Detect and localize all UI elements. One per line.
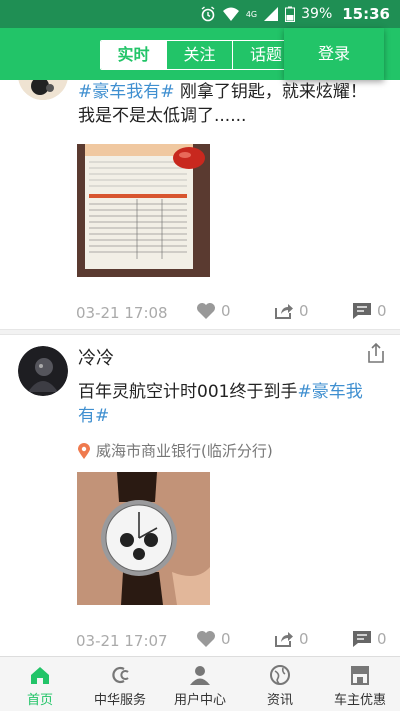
share-count: 0 <box>299 302 309 320</box>
home-icon <box>31 667 49 684</box>
network-type: 4G <box>245 9 258 19</box>
nav-owner-deals[interactable]: 车主优惠 <box>320 657 400 711</box>
signal-icon <box>264 7 279 21</box>
login-button[interactable]: 登录 <box>284 28 384 80</box>
post-date: 03-21 17:08 <box>76 304 168 322</box>
post-card[interactable]: 冷冷 百年灵航空计时001终于到手#豪车我有# 威海市商业银行(临沂分行) 03… <box>0 336 400 656</box>
location-label: 威海市商业银行(临沂分行) <box>96 442 273 460</box>
heart-icon <box>197 303 215 319</box>
share-button[interactable]: 0 <box>274 630 309 648</box>
like-count: 0 <box>221 302 231 320</box>
post-text: 百年灵航空计时001终于到手#豪车我有# <box>78 382 363 426</box>
share-arrow-icon <box>275 632 293 647</box>
battery-level: 39% <box>301 6 333 22</box>
nav-home[interactable]: 首页 <box>0 657 80 711</box>
bottom-nav: 首页 中华服务 用户中心 资讯 车主优惠 <box>0 656 400 711</box>
post-divider <box>0 329 400 335</box>
service-logo-icon <box>112 666 129 684</box>
avatar[interactable] <box>18 346 68 396</box>
comment-count: 0 <box>377 302 387 320</box>
battery-icon <box>285 6 296 22</box>
like-button[interactable]: 0 <box>196 302 231 320</box>
share-arrow-icon <box>275 304 293 319</box>
post-location[interactable]: 威海市商业银行(临沂分行) <box>78 440 273 461</box>
post-meta: 03-21 17:08 0 0 0 <box>76 302 387 324</box>
post-date: 03-21 17:07 <box>76 632 168 650</box>
comment-button[interactable]: 0 <box>352 630 387 648</box>
globe-icon <box>270 665 290 685</box>
avatar[interactable] <box>18 80 68 100</box>
post-card[interactable]: #豪车我有# 刚拿了钥匙，就来炫耀！我是不是太低调了...... 03-21 1… <box>0 80 400 330</box>
post-username[interactable]: 冷冷 <box>78 344 114 370</box>
like-count: 0 <box>221 630 231 648</box>
comment-button[interactable]: 0 <box>352 302 387 320</box>
hashtag-link[interactable]: #豪车我有# <box>78 82 175 102</box>
comment-icon <box>353 303 371 319</box>
wifi-icon <box>222 7 239 21</box>
like-button[interactable]: 0 <box>196 630 231 648</box>
nav-user-center[interactable]: 用户中心 <box>160 657 240 711</box>
post-text: #豪车我有# 刚拿了钥匙，就来炫耀！我是不是太低调了...... <box>78 82 367 126</box>
nav-news[interactable]: 资讯 <box>240 657 320 711</box>
app-header: 实时 关注 话题 登录 <box>0 28 400 80</box>
share-count: 0 <box>299 630 309 648</box>
post-photo[interactable] <box>77 472 210 605</box>
comment-count: 0 <box>377 630 387 648</box>
post-photo[interactable] <box>77 144 210 277</box>
alarm-icon <box>201 6 215 22</box>
share-icon[interactable] <box>366 342 386 364</box>
status-bar: 4G 39% 15:36 <box>0 0 400 28</box>
heart-icon <box>197 631 215 647</box>
feed-list[interactable]: #豪车我有# 刚拿了钥匙，就来炫耀！我是不是太低调了...... 03-21 1… <box>0 80 400 656</box>
comment-icon <box>353 631 371 647</box>
user-icon <box>190 666 210 685</box>
shop-icon <box>351 666 369 685</box>
nav-service[interactable]: 中华服务 <box>80 657 160 711</box>
share-button[interactable]: 0 <box>274 302 309 320</box>
feed-tabs: 实时 关注 话题 <box>100 40 300 70</box>
tab-realtime[interactable]: 实时 <box>101 41 167 69</box>
location-pin-icon <box>78 442 90 459</box>
tab-following[interactable]: 关注 <box>167 41 233 69</box>
post-meta: 03-21 17:07 0 0 0 <box>76 630 387 652</box>
clock: 15:36 <box>342 5 390 23</box>
